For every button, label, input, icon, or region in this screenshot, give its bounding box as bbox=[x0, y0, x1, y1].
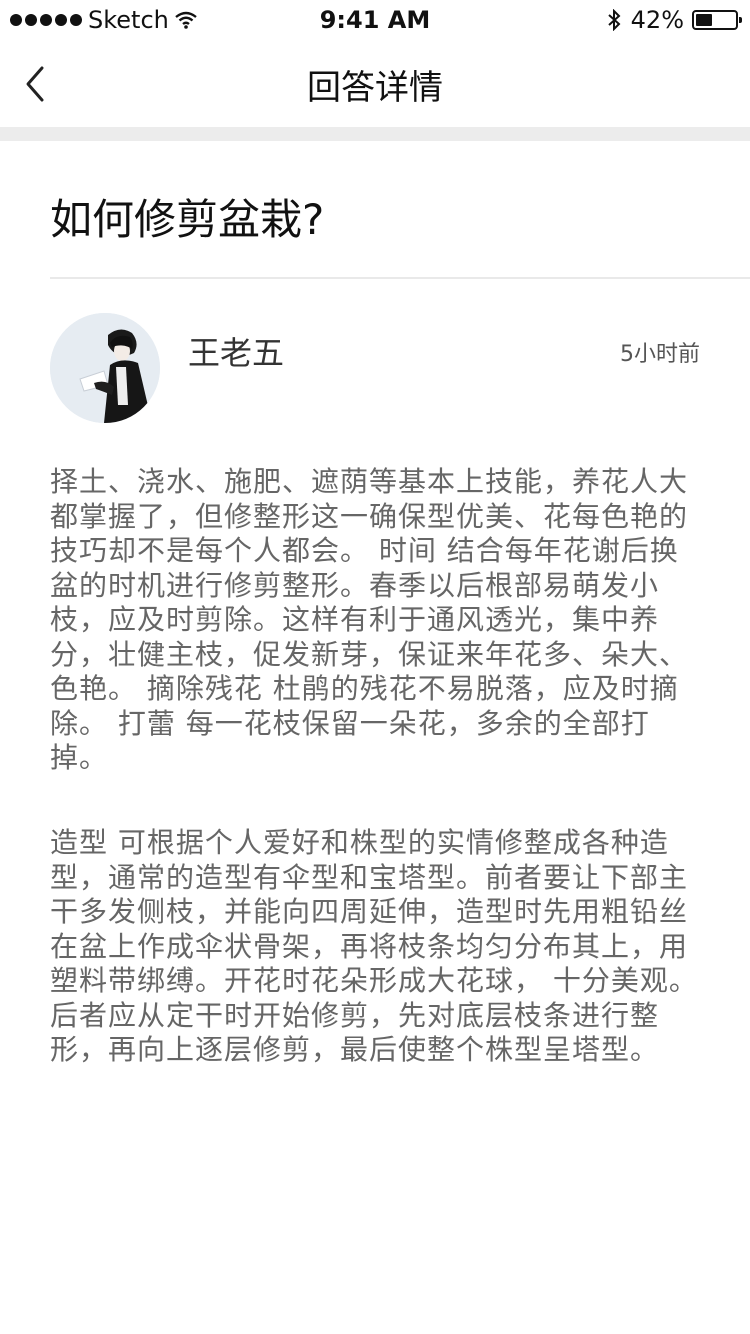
answer-paragraph: 择土、浇水、施肥、遮荫等基本上技能，养花人大都掌握了，但修整形这一确保型优美、花… bbox=[50, 465, 689, 774]
battery-icon bbox=[692, 10, 742, 30]
battery-cap bbox=[739, 17, 742, 23]
battery-fill bbox=[696, 14, 712, 26]
navigation-bar: 回答详情 bbox=[0, 40, 750, 128]
battery-percentage: 42% bbox=[630, 6, 684, 34]
status-right: 42% bbox=[607, 6, 742, 34]
answer-timestamp: 5小时前 bbox=[620, 342, 700, 367]
bluetooth-icon bbox=[607, 9, 621, 31]
answer-paragraph: 造型 可根据个人爱好和株型的实情修整成各种造型，通常的造型有伞型和宝塔型。前者要… bbox=[50, 826, 698, 1066]
section-separator bbox=[0, 127, 750, 141]
avatar-illustration bbox=[50, 313, 160, 423]
author-name[interactable]: 王老五 bbox=[188, 328, 284, 374]
status-bar: Sketch 9:41 AM 42% bbox=[0, 0, 750, 40]
page-title: 回答详情 bbox=[307, 68, 443, 108]
avatar[interactable] bbox=[50, 313, 160, 423]
question-title: 如何修剪盆栽? bbox=[50, 195, 325, 244]
divider bbox=[50, 277, 750, 279]
